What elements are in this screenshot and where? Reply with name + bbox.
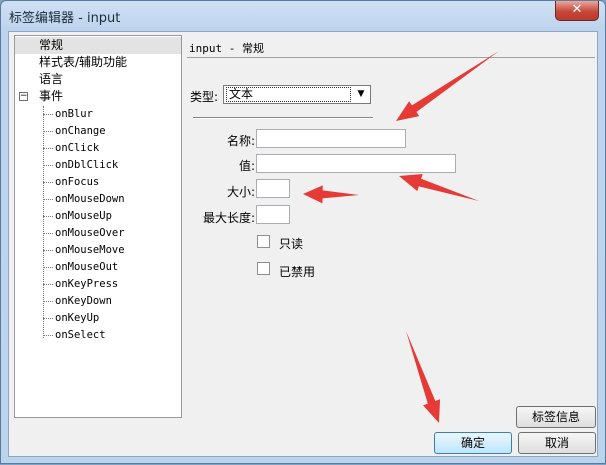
tree-item-general[interactable]: 常规 bbox=[15, 37, 181, 54]
type-label: 类型: bbox=[190, 90, 219, 104]
separator bbox=[193, 117, 373, 119]
cancel-label: 取消 bbox=[544, 436, 569, 450]
type-select-value: 文本 bbox=[226, 87, 351, 102]
cancel-button[interactable]: 取消 bbox=[518, 432, 596, 454]
tree-connector bbox=[43, 106, 44, 338]
tag-info-label: 标签信息 bbox=[531, 410, 580, 424]
tag-info-button[interactable]: 标签信息 bbox=[516, 406, 596, 428]
size-label: 大小: bbox=[226, 185, 255, 199]
close-icon: ✕ bbox=[571, 2, 583, 17]
name-input[interactable] bbox=[256, 129, 406, 148]
ok-label: 确定 bbox=[460, 436, 485, 450]
chevron-down-icon[interactable]: ▼ bbox=[353, 87, 369, 102]
dialog-body: 常规 样式表/辅助功能 语言 − 事件 onBlur onChange onCl… bbox=[8, 31, 598, 457]
category-tree: 常规 样式表/辅助功能 语言 − 事件 onBlur onChange onCl… bbox=[14, 35, 182, 418]
collapse-icon[interactable]: − bbox=[19, 92, 28, 101]
tag-editor-window: 标签编辑器 - input ✕ 常规 样式表/辅助功能 语言 − 事件 onBl… bbox=[0, 0, 606, 464]
value-label: 值: bbox=[238, 159, 255, 173]
type-select[interactable]: 文本 ▼ bbox=[223, 85, 371, 104]
value-input[interactable] bbox=[256, 154, 456, 173]
maxlength-input[interactable] bbox=[256, 205, 290, 224]
title-bar[interactable]: 标签编辑器 - input ✕ bbox=[1, 1, 605, 31]
disabled-label: 已禁用 bbox=[279, 265, 316, 279]
ok-button[interactable]: 确定 bbox=[434, 432, 512, 454]
readonly-checkbox[interactable] bbox=[257, 235, 270, 248]
readonly-label: 只读 bbox=[279, 237, 304, 251]
close-button[interactable]: ✕ bbox=[555, 1, 599, 21]
maxlength-label: 最大长度: bbox=[202, 211, 255, 225]
size-input[interactable] bbox=[256, 179, 290, 198]
name-label: 名称: bbox=[226, 134, 255, 148]
disabled-checkbox[interactable] bbox=[257, 262, 270, 275]
section-header: input - 常规 bbox=[187, 40, 595, 58]
window-title: 标签编辑器 - input bbox=[9, 11, 121, 26]
